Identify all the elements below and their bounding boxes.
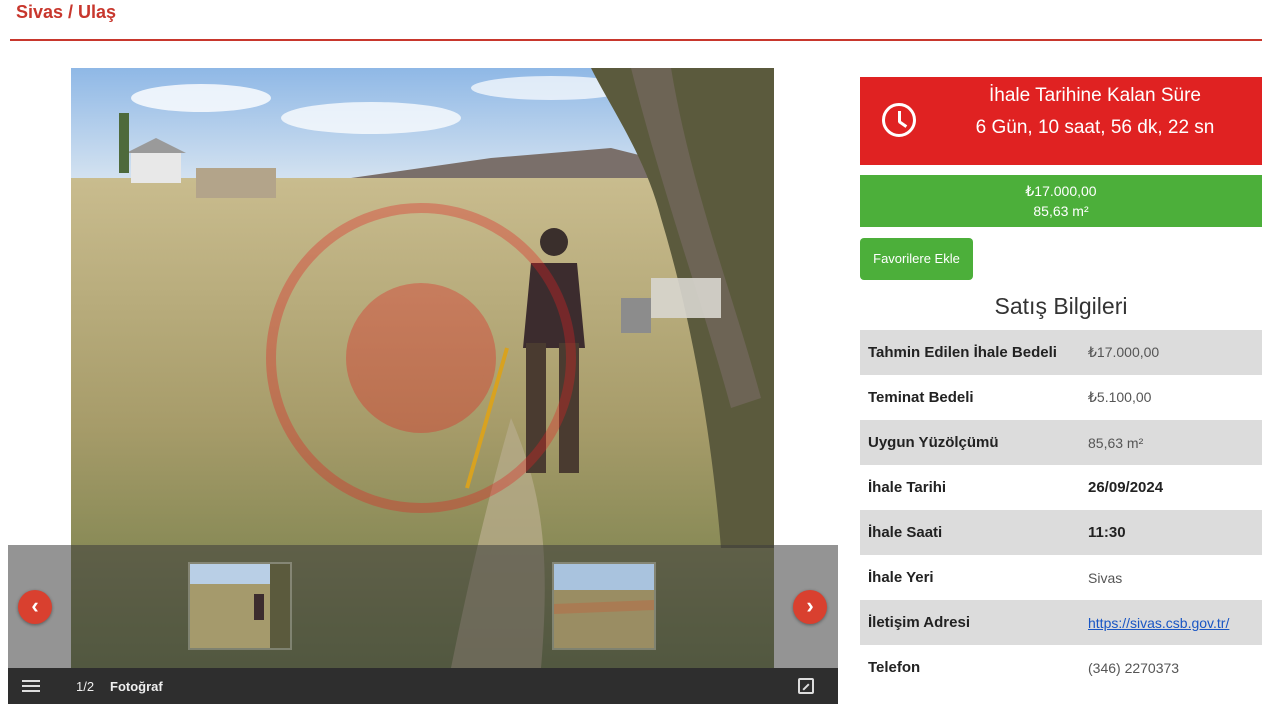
photo-caption: Fotoğraf: [110, 679, 163, 694]
row-value: ₺5.100,00: [1080, 375, 1262, 420]
table-row: İletişim Adresi https://sivas.csb.gov.tr…: [860, 600, 1262, 645]
price-summary: ₺17.000,00 85,63 m²: [860, 175, 1262, 227]
table-row: İhale Saati 11:30: [860, 510, 1262, 555]
table-row: Teminat Bedeli ₺5.100,00: [860, 375, 1262, 420]
sale-info-title: Satış Bilgileri: [994, 293, 1128, 319]
thumbnail-1[interactable]: [188, 562, 292, 650]
row-value: 26/09/2024: [1080, 465, 1262, 510]
row-label: İhale Saati: [860, 510, 1080, 555]
header-divider: [10, 39, 1262, 41]
add-to-favorites-button[interactable]: Favorilere Ekle: [860, 238, 973, 280]
breadcrumb[interactable]: Sivas / Ulaş: [16, 0, 116, 28]
row-value: Sivas: [1080, 555, 1262, 600]
menu-icon[interactable]: [22, 680, 40, 692]
price-amount: ₺17.000,00: [1025, 183, 1097, 199]
clock-icon: [882, 103, 916, 137]
auction-countdown: İhale Tarihine Kalan Süre 6 Gün, 10 saat…: [860, 77, 1262, 165]
thumbnail-2[interactable]: [552, 562, 656, 650]
table-row: Telefon (346) 2270373: [860, 645, 1262, 690]
contact-address-link[interactable]: https://sivas.csb.gov.tr/: [1088, 615, 1229, 631]
thumbnail-strip: ‹ ›: [8, 545, 838, 668]
row-value: (346) 2270373: [1080, 645, 1262, 690]
row-value: ₺17.000,00: [1080, 330, 1262, 375]
row-label: Teminat Bedeli: [860, 375, 1080, 420]
countdown-value: 6 Gün, 10 saat, 56 dk, 22 sn: [975, 117, 1215, 138]
sale-info-table: Tahmin Edilen İhale Bedeli ₺17.000,00 Te…: [860, 330, 1262, 690]
gallery-toolbar: 1/2 Fotoğraf: [8, 668, 838, 704]
row-value: 85,63 m²: [1080, 420, 1262, 465]
row-label: İletişim Adresi: [860, 600, 1080, 645]
price-area: 85,63 m²: [1033, 203, 1089, 219]
contact-address-cell: https://sivas.csb.gov.tr/: [1080, 600, 1262, 645]
row-value: 11:30: [1080, 510, 1262, 555]
next-photo-button[interactable]: ›: [793, 590, 827, 624]
table-row: Tahmin Edilen İhale Bedeli ₺17.000,00: [860, 330, 1262, 375]
row-label: Tahmin Edilen İhale Bedeli: [860, 330, 1080, 375]
photo-counter: 1/2: [76, 679, 95, 694]
table-row: İhale Yeri Sivas: [860, 555, 1262, 600]
row-label: Uygun Yüzölçümü: [860, 420, 1080, 465]
row-label: İhale Tarihi: [860, 465, 1080, 510]
photo-gallery: ‹ › 1/2 Fotoğraf: [8, 68, 838, 704]
table-row: İhale Tarihi 26/09/2024: [860, 465, 1262, 510]
previous-photo-button[interactable]: ‹: [18, 590, 52, 624]
table-row: Uygun Yüzölçümü 85,63 m²: [860, 420, 1262, 465]
countdown-title: İhale Tarihine Kalan Süre: [989, 85, 1201, 106]
row-label: İhale Yeri: [860, 555, 1080, 600]
row-label: Telefon: [860, 645, 1080, 690]
fullscreen-icon[interactable]: [798, 678, 814, 694]
